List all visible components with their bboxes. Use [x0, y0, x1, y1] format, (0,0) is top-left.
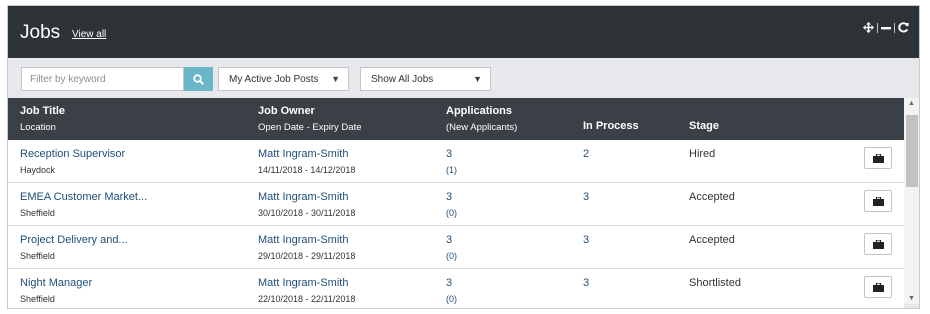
job-title-link[interactable]: EMEA Customer Market... [20, 191, 147, 203]
column-in-process[interactable]: In Process [583, 120, 639, 132]
keyword-search-input[interactable] [21, 67, 184, 91]
vertical-scrollbar[interactable]: ▲ ▼ [904, 98, 919, 304]
search-button[interactable] [184, 67, 213, 91]
divider [877, 22, 878, 33]
applications-count[interactable]: 3 [446, 277, 452, 289]
jobs-table: Job Title Location Job Owner Open Date -… [8, 98, 904, 308]
column-job-title[interactable]: Job Title [20, 105, 65, 117]
job-title-link[interactable]: Reception Supervisor [20, 148, 125, 160]
search-icon [193, 73, 204, 85]
jobs-filter-select[interactable]: Show All Jobs ▼ [360, 67, 491, 91]
job-owner-link[interactable]: Matt Ingram-Smith [258, 234, 348, 246]
table-row: Project Delivery and... Sheffield Matt I… [8, 226, 904, 269]
job-dates: 14/11/2018 - 14/12/2018 [258, 165, 356, 175]
job-owner-link[interactable]: Matt Ingram-Smith [258, 191, 348, 203]
table-row: Reception Supervisor Haydock Matt Ingram… [8, 140, 904, 183]
column-location: Location [20, 122, 56, 133]
new-applicants-count: (0) [446, 251, 457, 261]
job-title-link[interactable]: Night Manager [20, 277, 92, 289]
new-applicants-count: (0) [446, 294, 457, 304]
refresh-icon[interactable] [898, 22, 909, 33]
job-location: Sheffield [20, 208, 55, 218]
job-location: Haydock [20, 165, 56, 175]
row-action-button[interactable] [864, 276, 892, 298]
divider [894, 22, 895, 33]
job-dates: 29/10/2018 - 29/11/2018 [258, 251, 356, 261]
in-process-count[interactable]: 3 [583, 277, 589, 289]
row-action-button[interactable] [864, 147, 892, 169]
applications-count[interactable]: 3 [446, 148, 452, 160]
view-all-link[interactable]: View all [72, 29, 106, 40]
minimize-icon[interactable] [881, 23, 891, 33]
column-stage[interactable]: Stage [689, 120, 719, 132]
stage-label: Hired [689, 148, 716, 160]
move-icon[interactable] [863, 22, 874, 33]
chevron-down-icon: ▼ [473, 74, 482, 84]
column-new-applicants: (New Applicants) [446, 122, 518, 133]
job-title-link[interactable]: Project Delivery and... [20, 234, 128, 246]
table-row: Night Manager Sheffield Matt Ingram-Smit… [8, 269, 904, 308]
stage-label: Shortlisted [689, 277, 741, 289]
column-applications[interactable]: Applications [446, 105, 512, 117]
in-process-count[interactable]: 2 [583, 148, 589, 160]
scrollbar-thumb[interactable] [906, 115, 918, 187]
stage-label: Accepted [689, 234, 735, 246]
applications-count[interactable]: 3 [446, 191, 452, 203]
briefcase-icon [872, 153, 884, 163]
jobs-widget: Jobs View all My Active Job Posts ▼ Show [7, 5, 920, 309]
widget-title: Jobs [20, 22, 61, 43]
column-dates: Open Date - Expiry Date [258, 122, 362, 133]
in-process-count[interactable]: 3 [583, 234, 589, 246]
job-posts-select[interactable]: My Active Job Posts ▼ [218, 67, 349, 91]
chevron-down-icon: ▼ [331, 74, 340, 84]
job-location: Sheffield [20, 294, 55, 304]
briefcase-icon [872, 196, 884, 206]
scroll-down-icon[interactable]: ▼ [908, 295, 915, 302]
job-dates: 22/10/2018 - 22/11/2018 [258, 294, 356, 304]
applications-count[interactable]: 3 [446, 234, 452, 246]
row-action-button[interactable] [864, 190, 892, 212]
table-row: EMEA Customer Market... Sheffield Matt I… [8, 183, 904, 226]
filter-bar: My Active Job Posts ▼ Show All Jobs ▼ [21, 67, 491, 91]
briefcase-icon [872, 239, 884, 249]
stage-label: Accepted [689, 191, 735, 203]
job-owner-link[interactable]: Matt Ingram-Smith [258, 277, 348, 289]
job-owner-link[interactable]: Matt Ingram-Smith [258, 148, 348, 160]
column-job-owner[interactable]: Job Owner [258, 105, 315, 117]
new-applicants-count: (1) [446, 165, 457, 175]
widget-header: Jobs View all [8, 6, 919, 58]
table-header: Job Title Location Job Owner Open Date -… [8, 98, 904, 140]
briefcase-icon [872, 282, 884, 292]
new-applicants-count: (0) [446, 208, 457, 218]
jobs-filter-select-value: Show All Jobs [371, 73, 434, 85]
scroll-up-icon[interactable]: ▲ [908, 100, 915, 107]
in-process-count[interactable]: 3 [583, 191, 589, 203]
row-action-button[interactable] [864, 233, 892, 255]
job-dates: 30/10/2018 - 30/11/2018 [258, 208, 356, 218]
job-posts-select-value: My Active Job Posts [229, 73, 319, 85]
widget-controls [863, 22, 909, 33]
job-location: Sheffield [20, 251, 55, 261]
